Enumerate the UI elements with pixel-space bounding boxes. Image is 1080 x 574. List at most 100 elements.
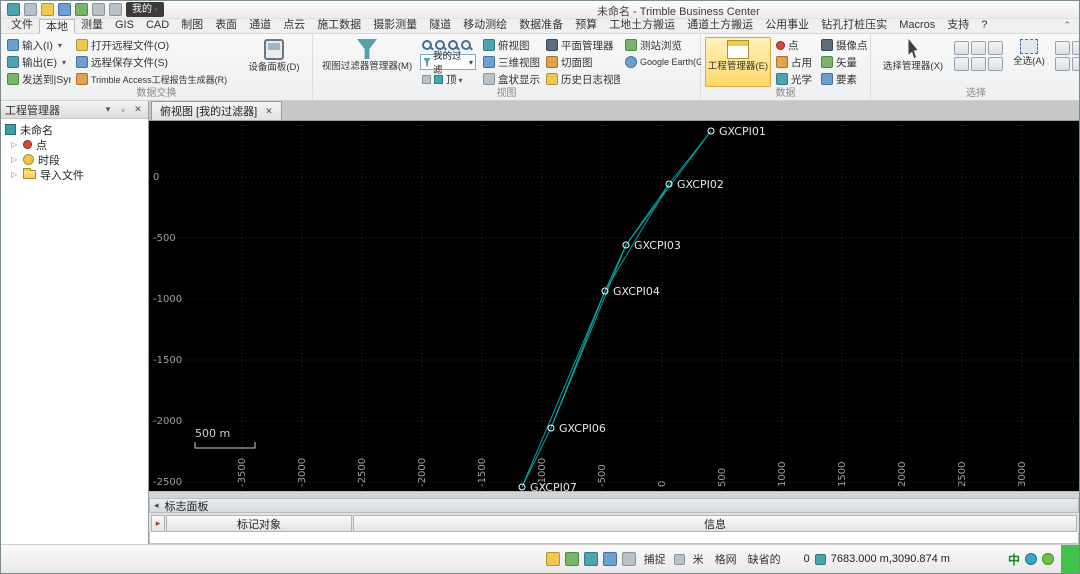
grid-toggle[interactable]: 格网 (712, 550, 740, 568)
menu-toggle-icon[interactable] (24, 3, 37, 16)
zoom-window-icon[interactable] (448, 40, 458, 50)
box-display-button[interactable]: 盒状显示 (481, 71, 541, 87)
vector-button[interactable]: 矢量 (819, 54, 871, 70)
tree-item-project-root[interactable]: 未命名 (1, 122, 148, 137)
menu-tab-16[interactable]: 通道土方搬运 (681, 18, 759, 33)
menu-tab-14[interactable]: 预算 (569, 18, 603, 33)
menu-tab-3[interactable]: GIS (109, 18, 140, 33)
google-earth-button[interactable]: Google Earth(G) (623, 54, 701, 70)
access-report-generator-button[interactable]: Trimble Access工程报告生成器(R) (74, 71, 234, 87)
selection-manager-button[interactable]: 选择管理器(X) (875, 37, 951, 87)
default-style-toggle[interactable]: 缺省的 (745, 550, 784, 568)
occupy-button[interactable]: 占用 (774, 54, 816, 70)
3d-view-button[interactable]: 三维视图 (481, 54, 541, 70)
select-all-button[interactable]: 全选(A) (1006, 37, 1052, 87)
project-manager-button[interactable]: 工程管理器(E) (705, 37, 771, 87)
select-vectors-icon[interactable] (1072, 57, 1079, 71)
point-button[interactable]: 点 (774, 37, 816, 53)
background-jobs-icon[interactable] (545, 552, 560, 566)
plan-view-button[interactable]: 俯视图 (481, 37, 541, 53)
flag-panel-body[interactable] (149, 532, 1079, 544)
menu-tab-5[interactable]: 制图 (175, 18, 209, 33)
flag-panel-header[interactable]: 标志面板 (149, 498, 1079, 513)
history-log-view-button[interactable]: 历史日志视图 (544, 71, 620, 87)
redo-icon[interactable] (109, 3, 122, 16)
menu-tab-8[interactable]: 点云 (277, 18, 311, 33)
menu-tab-12[interactable]: 移动测绘 (457, 18, 513, 33)
menu-tab-15[interactable]: 工地土方搬运 (603, 18, 681, 33)
select-by-polygon-icon[interactable] (971, 41, 986, 55)
menu-tab-18[interactable]: 钻孔打桩压实 (815, 18, 893, 33)
flag-marker-column[interactable] (151, 515, 165, 532)
send-to-sync-button[interactable]: 发送到|Sync (5, 71, 71, 87)
tree-item-imported-files[interactable]: 导入文件 (1, 167, 148, 182)
flag-panel-collapse-icon[interactable] (154, 500, 159, 511)
ime-indicator[interactable]: 中 (1008, 551, 1020, 568)
view-filter-combo[interactable]: 我的过滤 (420, 51, 476, 76)
save-project-icon[interactable] (58, 3, 71, 16)
menu-tab-0[interactable]: 文件 (5, 18, 39, 33)
feature-button[interactable]: 要素 (819, 71, 871, 87)
tab-plan-view[interactable]: 俯视图 [我的过滤器] (151, 101, 282, 120)
select-by-rectangle-icon[interactable] (954, 41, 969, 55)
select-points-icon[interactable] (1055, 41, 1070, 55)
snap-toggle[interactable]: 捕捉 (641, 550, 669, 568)
plan-view-canvas[interactable]: -3500 -3000 -2500 -2000 -1500 -1000 -500 0 500 10… (149, 121, 1079, 491)
panel-splitter[interactable] (149, 491, 1079, 498)
menu-tab-10[interactable]: 摄影测量 (367, 18, 423, 33)
view-filter-manager-button[interactable]: 视图过滤器管理器(M) (317, 37, 417, 87)
zoom-extents-icon[interactable] (461, 40, 471, 50)
menu-tab-21[interactable]: ? (975, 18, 993, 33)
open-remote-file-button[interactable]: 打开远程文件(O) (74, 37, 234, 53)
top-view-dropdown[interactable]: 顶 (446, 72, 463, 87)
expand-points-icon[interactable] (11, 140, 19, 149)
deselect-icon[interactable] (954, 57, 969, 71)
panel-menu-icon[interactable] (102, 104, 114, 115)
rotate-view-icon[interactable] (434, 74, 443, 84)
undo-icon[interactable] (92, 3, 105, 16)
select-lines-icon[interactable] (1072, 41, 1079, 55)
ribbon-collapse-icon[interactable] (1063, 20, 1071, 31)
menu-tab-19[interactable]: Macros (893, 18, 941, 33)
zoom-in-icon[interactable] (422, 40, 432, 50)
tree-item-points[interactable]: 点 (1, 137, 148, 152)
menu-tab-7[interactable]: 通道 (243, 18, 277, 33)
plan-view-svg[interactable]: -3500 -3000 -2500 -2000 -1500 -1000 -500 0 500 10… (149, 121, 1079, 491)
select-by-layer-icon[interactable] (988, 41, 1003, 55)
menu-tab-11[interactable]: 隧道 (423, 18, 457, 33)
tree-item-sessions[interactable]: 时段 (1, 152, 148, 167)
cut-view-button[interactable]: 切面图 (544, 54, 620, 70)
open-project-icon[interactable] (41, 3, 54, 16)
select-surfaces-icon[interactable] (1055, 57, 1070, 71)
tab-close-icon[interactable] (265, 106, 273, 117)
expand-imported-files-icon[interactable] (11, 170, 19, 179)
import-monitor-icon[interactable] (564, 552, 579, 566)
menu-tab-13[interactable]: 数据准备 (513, 18, 569, 33)
plane-manager-button[interactable]: 平面管理器 (544, 37, 620, 53)
expand-sessions-icon[interactable] (11, 155, 19, 164)
quick-access-my-dropdown[interactable]: 我的 (126, 2, 165, 17)
optical-button[interactable]: 光学 (774, 71, 816, 87)
pan-icon[interactable] (422, 74, 431, 84)
menu-tab-6[interactable]: 表面 (209, 18, 243, 33)
panel-close-icon[interactable] (132, 104, 144, 115)
menu-tab-2[interactable]: 测量 (75, 18, 109, 33)
flag-marked-object-column[interactable]: 标记对象 (166, 515, 352, 532)
import-quick-icon[interactable] (75, 3, 88, 16)
selection-filter-icon[interactable] (621, 552, 636, 566)
unit-toggle[interactable]: 米 (690, 550, 707, 568)
selection-options-icon[interactable] (988, 57, 1003, 71)
view-settings-icon[interactable] (602, 552, 617, 566)
import-button[interactable]: 输入(I) (5, 37, 71, 53)
save-remote-file-button[interactable]: 远程保存文件(S) (74, 54, 234, 70)
zoom-out-icon[interactable] (435, 40, 445, 50)
menu-tab-4[interactable]: CAD (140, 18, 175, 33)
menu-tab-20[interactable]: 支持 (941, 18, 975, 33)
export-button[interactable]: 输出(E) (5, 54, 71, 70)
flag-info-column[interactable]: 信息 (353, 515, 1077, 532)
camera-point-button[interactable]: 摄像点 (819, 37, 871, 53)
menu-tab-17[interactable]: 公用事业 (759, 18, 815, 33)
invert-selection-icon[interactable] (971, 57, 986, 71)
menu-tab-9[interactable]: 施工数据 (311, 18, 367, 33)
menu-tab-1[interactable]: 本地 (39, 19, 75, 34)
